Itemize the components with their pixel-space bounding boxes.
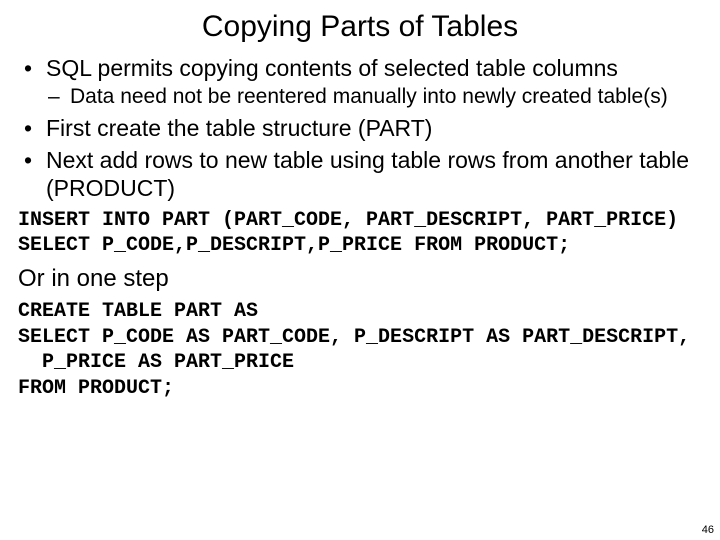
bullet-item: Next add rows to new table using table r… — [18, 146, 702, 202]
bullet-item: First create the table structure (PART) — [18, 114, 702, 142]
sql-code-block-1: INSERT INTO PART (PART_CODE, PART_DESCRI… — [18, 208, 702, 259]
sub-bullet-list: Data need not be reentered manually into… — [46, 84, 702, 110]
sub-bullet-item: Data need not be reentered manually into… — [46, 84, 702, 110]
or-in-one-step-text: Or in one step — [18, 265, 702, 293]
bullet-text: First create the table structure (PART) — [46, 115, 432, 141]
slide: Copying Parts of Tables SQL permits copy… — [0, 0, 720, 540]
page-number: 46 — [702, 524, 714, 536]
sub-bullet-text: Data need not be reentered manually into… — [70, 85, 668, 108]
bullet-text: Next add rows to new table using table r… — [46, 147, 689, 201]
bullet-list: SQL permits copying contents of selected… — [18, 54, 702, 202]
slide-title: Copying Parts of Tables — [18, 10, 702, 44]
bullet-text: SQL permits copying contents of selected… — [46, 55, 618, 81]
sql-code-block-2: CREATE TABLE PART AS SELECT P_CODE AS PA… — [18, 299, 702, 401]
bullet-item: SQL permits copying contents of selected… — [18, 54, 702, 110]
